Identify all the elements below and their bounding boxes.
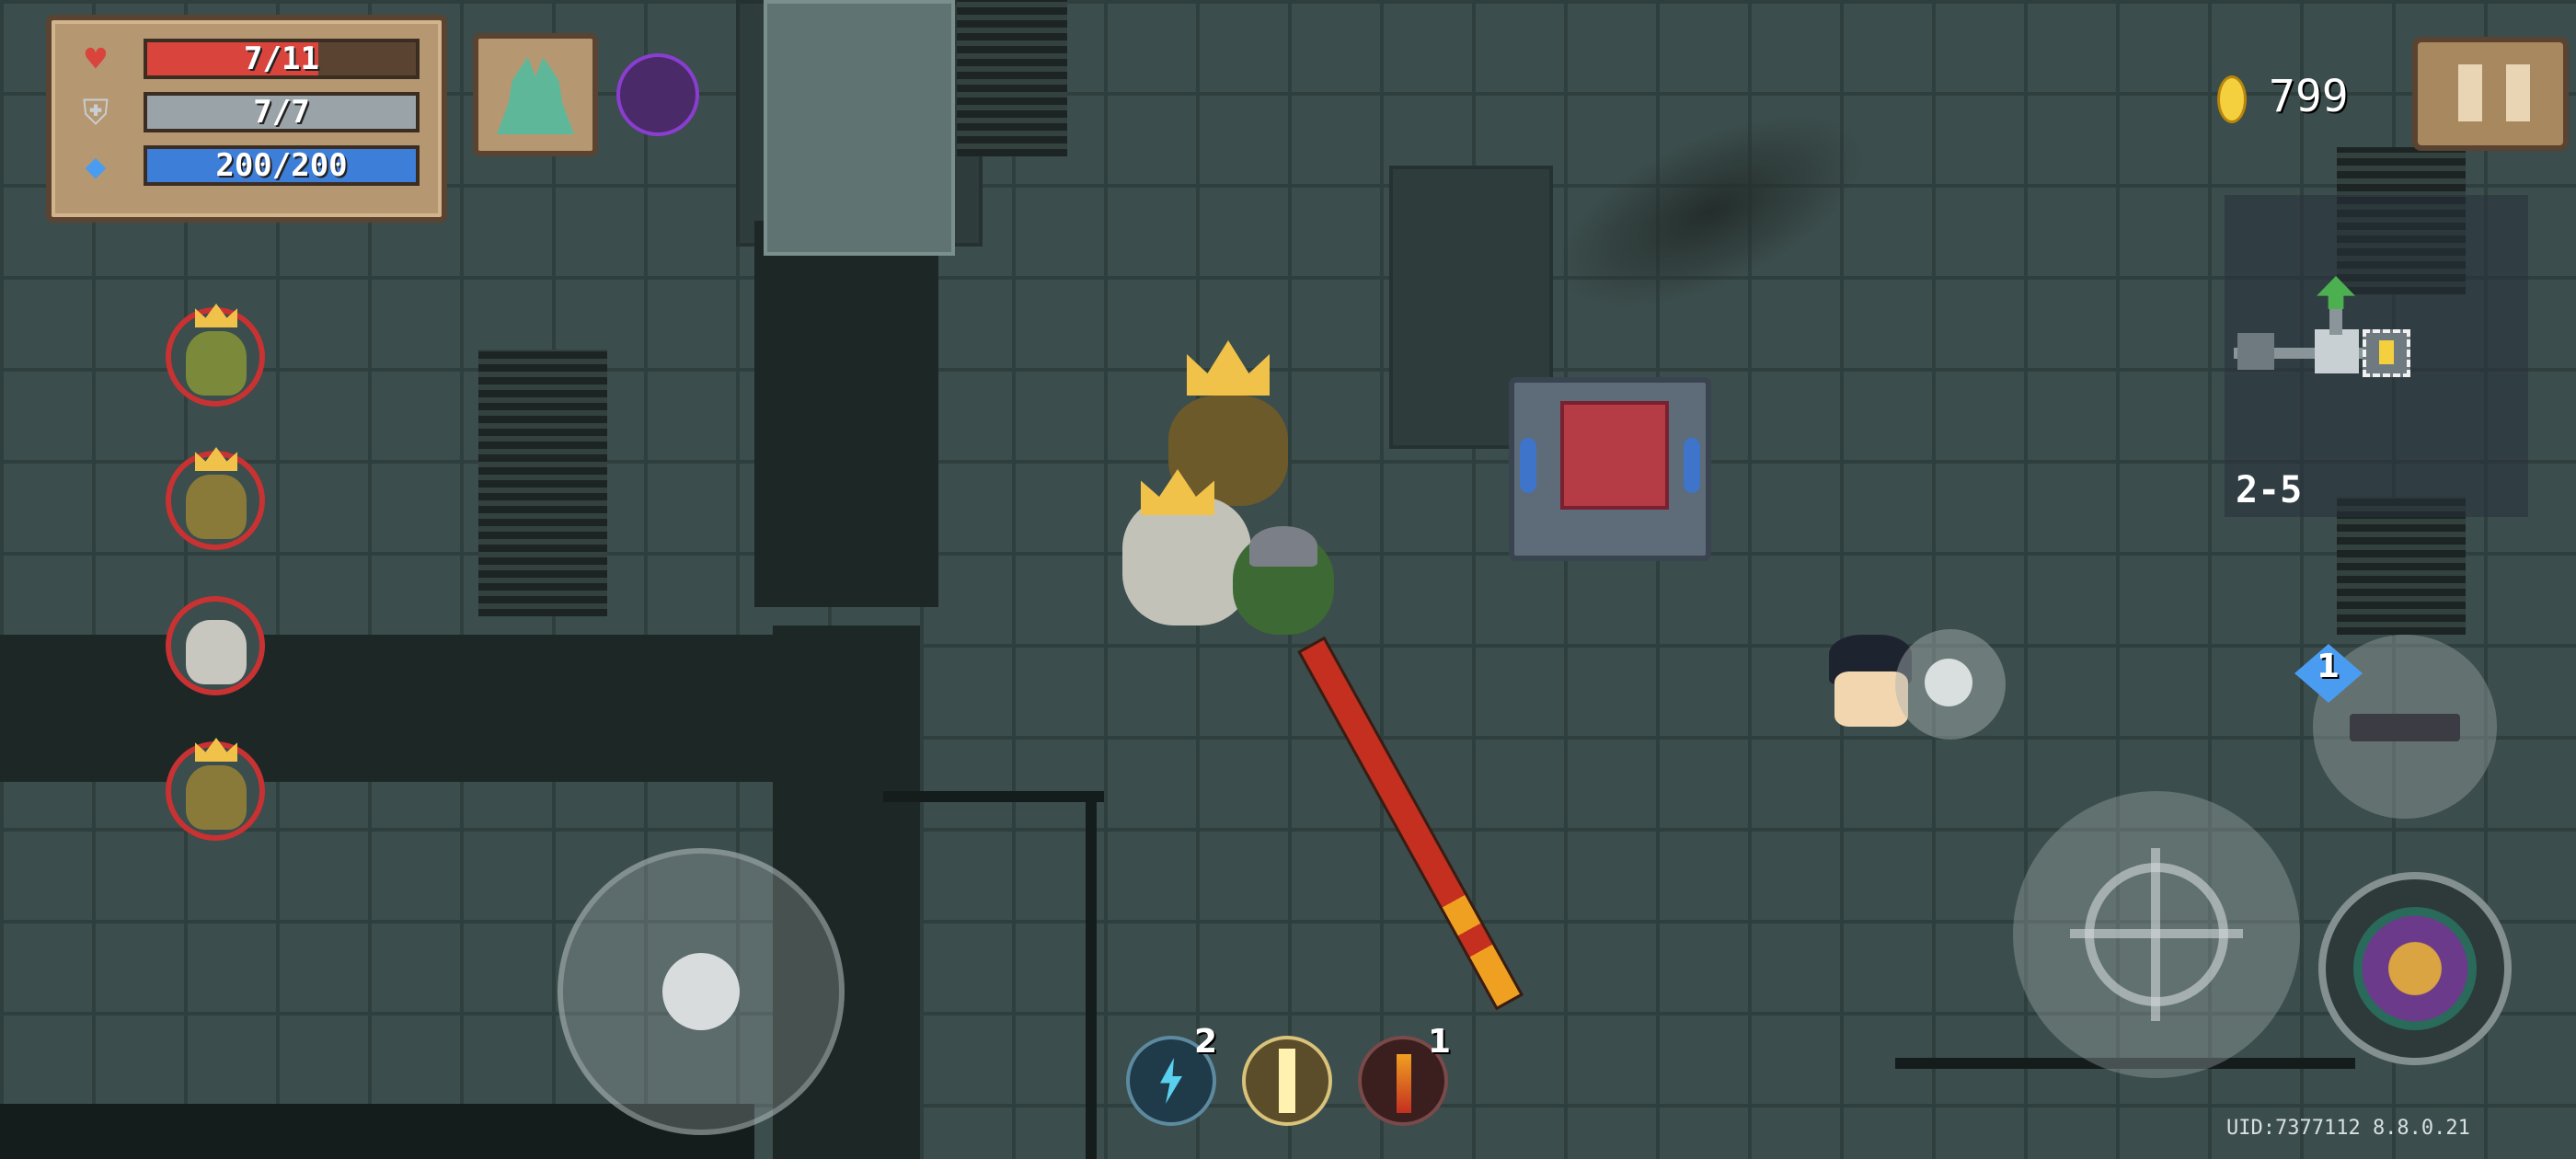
crowned-goblin-pet <box>166 447 265 550</box>
demon-helmet-buff-icon[interactable] <box>616 53 699 136</box>
coin-count: 799 <box>2269 71 2349 122</box>
gun-icon <box>2350 714 2460 741</box>
light-beam-icon <box>1279 1049 1295 1113</box>
skull-goblin-pet <box>166 596 265 695</box>
joystick-thumb[interactable] <box>662 953 740 1030</box>
pause-button[interactable] <box>2412 37 2569 151</box>
pipe <box>883 791 1104 802</box>
pet-body <box>186 331 247 396</box>
wall-vent <box>478 350 607 616</box>
skill-count: 2 <box>1194 1023 1218 1061</box>
pet-body <box>186 620 247 684</box>
smoke-trail <box>1530 75 1892 349</box>
armor-bar: 7/7 <box>144 92 420 132</box>
pause-bar <box>2506 64 2530 121</box>
soldier-helmet <box>1249 526 1317 567</box>
armor-text: 7/7 <box>253 94 310 131</box>
attack-button[interactable] <box>2013 791 2300 1078</box>
vending-light <box>1520 438 1536 493</box>
fire-sword-icon <box>1397 1054 1411 1113</box>
wall-vent <box>957 0 1067 156</box>
health-bar: 7/11 <box>144 39 420 79</box>
minimap-unknown-room <box>2363 329 2410 377</box>
minimap-room <box>2237 333 2274 370</box>
coin-icon <box>2217 75 2247 123</box>
crowned-goblin-pet <box>166 304 265 407</box>
energy-text: 200/200 <box>215 147 348 184</box>
vending-machine[interactable] <box>1509 377 1711 561</box>
lightning-icon <box>1160 1058 1182 1104</box>
character-skill-icon <box>2353 907 2477 1030</box>
armor-row: ⛨ 7/7 <box>66 88 427 136</box>
heart-icon: ♥ <box>85 39 107 79</box>
uid-version: UID:7377112 8.8.0.21 <box>2226 1117 2470 1140</box>
deer-icon <box>497 57 574 134</box>
pet-body <box>186 475 247 539</box>
player-group <box>1086 331 1362 662</box>
wall-vent <box>2337 497 2466 635</box>
skill-count: 1 <box>1428 1023 1452 1061</box>
shield-icon: ⛨ <box>82 92 109 132</box>
wall-column <box>754 221 938 607</box>
stats-panel: ♥ 7/11 ⛨ 7/7 ◆ 200/200 <box>46 15 447 223</box>
pipe <box>1086 791 1097 1159</box>
level-indicator: 2-5 <box>2236 469 2303 511</box>
energy-bar: 200/200 <box>144 145 420 186</box>
smiley-icon <box>1925 659 1972 706</box>
vending-screen <box>1560 401 1669 510</box>
deer-buff-icon[interactable] <box>473 33 598 156</box>
wall-ledge <box>0 635 791 782</box>
weapon-slot-number: 1 <box>2317 648 2340 685</box>
light-beam-skill-icon[interactable] <box>1242 1036 1332 1126</box>
vending-light <box>1684 438 1700 493</box>
character-skill-button[interactable] <box>2318 872 2512 1065</box>
alert-icon <box>2379 340 2394 364</box>
crosshair-line <box>2151 848 2160 1021</box>
energy-row: ◆ 200/200 <box>66 142 427 189</box>
crowned-goblin-pet <box>166 738 265 841</box>
crown <box>1187 340 1270 396</box>
minimap-exit-arrow-icon <box>2317 276 2355 309</box>
pause-bar <box>2458 64 2482 121</box>
skull-knight-character <box>1122 497 1251 625</box>
movement-joystick[interactable] <box>558 848 845 1135</box>
health-row: ♥ 7/11 <box>66 35 427 83</box>
spear-weapon <box>1297 636 1524 1011</box>
emote-button[interactable] <box>1895 629 2006 740</box>
energy-diamond-icon: ◆ <box>85 145 107 186</box>
pet-body <box>186 765 247 830</box>
minimap-current-room <box>2315 329 2359 373</box>
health-text: 7/11 <box>244 40 319 77</box>
bridge-platform <box>764 0 955 256</box>
